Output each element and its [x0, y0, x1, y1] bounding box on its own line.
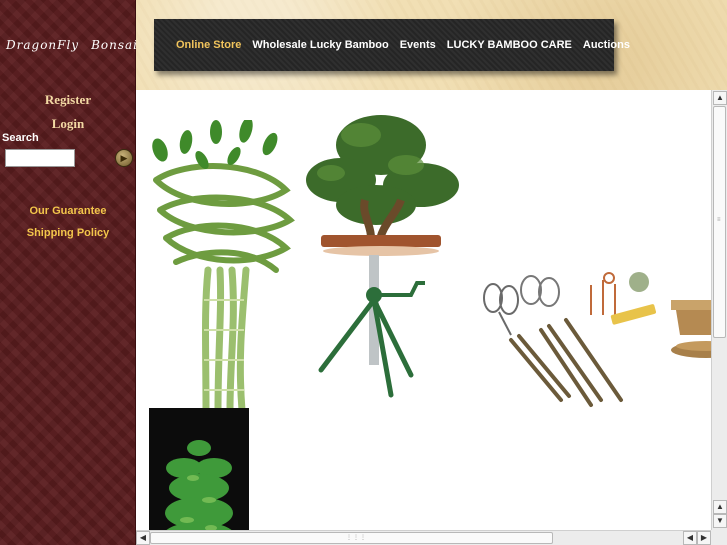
- search-input[interactable]: [5, 149, 75, 167]
- main-nav: Online Store Wholesale Lucky Bamboo Even…: [154, 19, 630, 71]
- nav-wholesale-lucky-bamboo[interactable]: Wholesale Lucky Bamboo: [252, 39, 388, 51]
- arrow-up-icon: ▲: [716, 93, 724, 102]
- login-link[interactable]: Login: [0, 116, 136, 132]
- nav-lucky-bamboo-care[interactable]: LUCKY BAMBOO CARE: [447, 39, 572, 51]
- header-banner: Online Store Wholesale Lucky Bamboo Even…: [136, 0, 727, 90]
- nav-online-store[interactable]: Online Store: [176, 39, 241, 51]
- scroll-up-button-lower[interactable]: ▲: [713, 500, 727, 514]
- scroll-left-button-right[interactable]: ◀: [683, 531, 697, 545]
- vertical-scroll-thumb[interactable]: ≡: [713, 106, 726, 338]
- scroll-left-button[interactable]: ◀: [136, 531, 150, 545]
- scroll-up-button[interactable]: ▲: [713, 91, 727, 105]
- horizontal-scroll-thumb[interactable]: ⋮⋮⋮: [150, 532, 553, 544]
- play-arrow-icon: ▶: [120, 153, 128, 163]
- site-logo[interactable]: DragonFly Bonsai: [0, 38, 139, 52]
- bonsai-on-stand-image[interactable]: [301, 105, 466, 405]
- bonsai-tools-image[interactable]: [471, 270, 666, 410]
- register-link[interactable]: Register: [0, 92, 136, 108]
- guarantee-link[interactable]: Our Guarantee: [0, 205, 136, 217]
- arrow-left-icon: ◀: [686, 533, 694, 542]
- nav-auctions[interactable]: Auctions: [583, 39, 630, 51]
- arrow-down-icon: ▼: [716, 516, 724, 525]
- lucky-bamboo-tower-image[interactable]: [149, 408, 249, 545]
- left-sidebar: DragonFly Bonsai Register Login Search ▶ …: [0, 0, 139, 545]
- vertical-scrollbar[interactable]: ▲ ≡ ▲ ▼: [711, 90, 727, 530]
- scroll-down-button[interactable]: ▼: [713, 514, 727, 528]
- nav-events[interactable]: Events: [400, 39, 436, 51]
- arrow-up-icon: ▲: [716, 502, 724, 511]
- grip-icon: ⋮⋮⋮: [346, 535, 367, 541]
- grip-icon: ≡: [717, 217, 722, 223]
- search-label: Search: [2, 132, 39, 144]
- scrollbar-corner: [711, 530, 727, 545]
- logo-word-bonsai: Bonsai: [91, 38, 139, 52]
- arrow-right-icon: ▶: [700, 533, 708, 542]
- lucky-bamboo-spiral-image[interactable]: [146, 120, 298, 410]
- arrow-left-icon: ◀: [139, 533, 147, 542]
- logo-word-dragonfly: DragonFly: [6, 38, 80, 52]
- search-go-button[interactable]: ▶: [115, 149, 133, 167]
- horizontal-scrollbar[interactable]: ◀ ⋮⋮⋮ ◀ ▶: [136, 530, 711, 545]
- shipping-policy-link[interactable]: Shipping Policy: [0, 227, 136, 239]
- scroll-right-button[interactable]: ▶: [697, 531, 711, 545]
- content-frame: [136, 90, 727, 545]
